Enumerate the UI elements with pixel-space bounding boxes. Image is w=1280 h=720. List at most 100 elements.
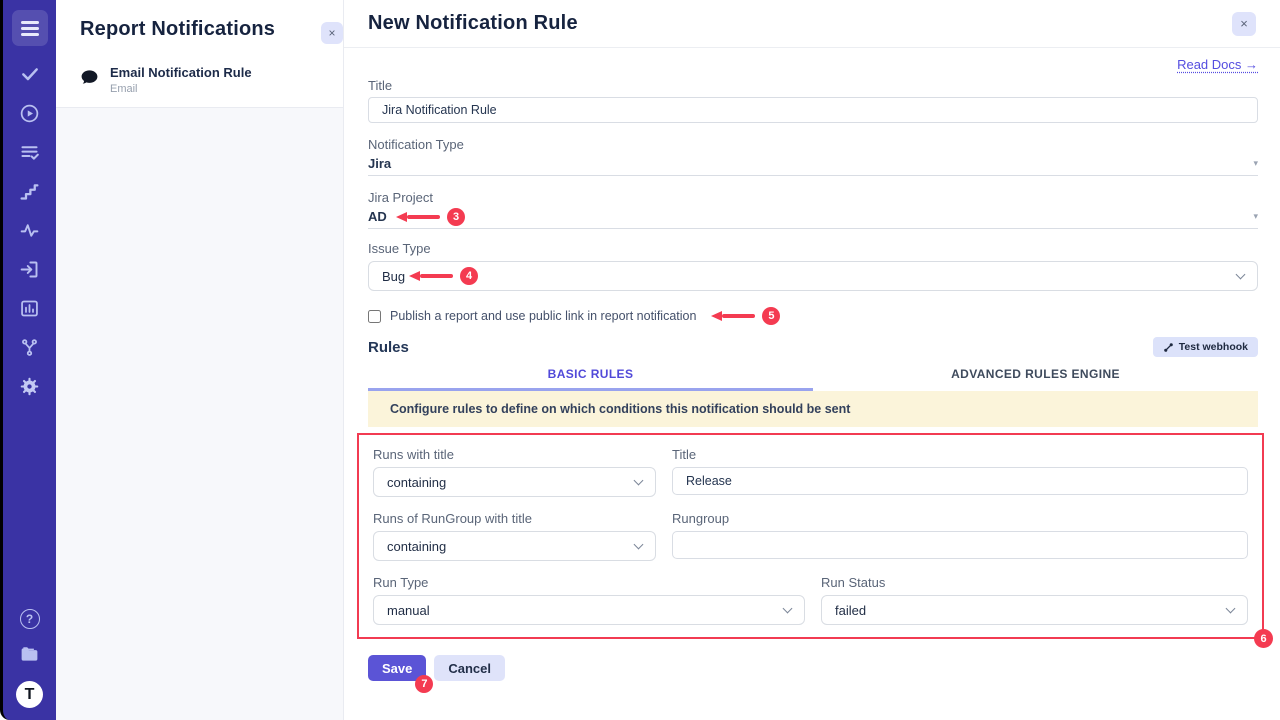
publish-report-checkbox[interactable]	[368, 310, 381, 323]
tab-basic-rules[interactable]: BASIC RULES	[368, 361, 813, 391]
annotation-arrow-3: 3	[396, 208, 465, 226]
chevron-down-icon	[1236, 269, 1246, 279]
title-input[interactable]	[368, 97, 1258, 123]
main-area: New Notification Rule × Read Docs → Titl…	[344, 0, 1280, 720]
testim-logo[interactable]: T	[16, 681, 43, 708]
notification-type-field: Notification Type Jira ▾	[368, 137, 1258, 176]
run-type-field: Run Type manual	[373, 575, 805, 625]
caret-down-icon: ▾	[1253, 158, 1258, 169]
run-status-label: Run Status	[821, 575, 1248, 590]
rungroup-with-title-select[interactable]: containing	[373, 531, 656, 561]
webhook-icon	[1163, 342, 1174, 353]
list-item-title: Email Notification Rule	[110, 65, 252, 80]
app-window: ? T Report Notifications × Email Notific…	[0, 0, 1280, 720]
rule-row-rungroup: Runs of RunGroup with title containing R…	[373, 511, 1248, 561]
issue-type-select[interactable]: Bug 4	[368, 261, 1258, 291]
rungroup-field: Rungroup	[672, 511, 1248, 561]
read-docs-link[interactable]: Read Docs →	[1177, 57, 1258, 72]
read-docs-row: Read Docs →	[368, 56, 1258, 72]
jira-project-value: AD	[368, 209, 387, 224]
issue-type-label: Issue Type	[368, 241, 1258, 256]
main-header: New Notification Rule ×	[344, 0, 1280, 48]
rules-annotated-box: Runs with title containing Title Runs of…	[357, 433, 1264, 639]
arrow-head	[409, 271, 420, 281]
rules-heading: Rules	[368, 339, 409, 356]
notification-type-select[interactable]: Jira ▾	[368, 152, 1258, 176]
jira-project-select[interactable]: AD ▾ 3	[368, 205, 1258, 229]
runs-with-title-field: Runs with title containing	[373, 447, 656, 497]
arrow-head	[711, 311, 722, 321]
panel-header: Report Notifications	[56, 0, 343, 53]
chevron-down-icon	[634, 539, 644, 549]
menu-bar	[21, 21, 39, 24]
bar-chart-icon[interactable]	[19, 297, 41, 319]
form-content: Read Docs → Title Notification Type Jira…	[344, 48, 1280, 699]
caret-down-icon: ▾	[1253, 211, 1258, 222]
runs-with-title-select[interactable]: containing	[373, 467, 656, 497]
cancel-button[interactable]: Cancel	[434, 655, 505, 681]
arrow-shaft	[420, 274, 453, 278]
run-status-select[interactable]: failed	[821, 595, 1248, 625]
test-webhook-button[interactable]: Test webhook	[1153, 337, 1258, 357]
list-item-text: Email Notification Rule Email	[110, 65, 252, 95]
rule-title-field: Title	[672, 447, 1248, 497]
run-type-select[interactable]: manual	[373, 595, 805, 625]
publish-report-row: Publish a report and use public link in …	[368, 307, 1258, 325]
menu-icon[interactable]	[12, 10, 48, 46]
list-check-icon[interactable]	[19, 141, 41, 163]
tab-advanced-rules-engine[interactable]: ADVANCED RULES ENGINE	[813, 361, 1258, 391]
notification-type-label: Notification Type	[368, 137, 1258, 152]
branch-icon[interactable]	[19, 336, 41, 358]
folders-icon[interactable]	[19, 643, 41, 665]
report-notifications-panel: Report Notifications × Email Notificatio…	[56, 0, 344, 720]
rungroup-with-title-label: Runs of RunGroup with title	[373, 511, 656, 526]
issue-type-field: Issue Type Bug 4	[368, 241, 1258, 291]
form-actions: Save 7 Cancel	[368, 655, 1258, 681]
chat-bubble-icon	[80, 68, 99, 92]
panel-title: Report Notifications	[80, 18, 319, 41]
issue-type-value: Bug	[382, 269, 405, 284]
page-title: New Notification Rule	[368, 12, 578, 35]
save-button[interactable]: Save 7	[368, 655, 426, 681]
rule-title-label: Title	[672, 447, 1248, 462]
run-type-value: manual	[387, 603, 430, 618]
notification-type-value: Jira	[368, 156, 391, 171]
arrow-shaft	[407, 215, 440, 219]
title-label: Title	[368, 78, 1258, 93]
menu-bar	[21, 33, 39, 36]
annotation-badge-7: 7	[415, 675, 433, 693]
help-icon[interactable]: ?	[20, 609, 40, 629]
main-close-button[interactable]: ×	[1232, 12, 1256, 36]
test-webhook-label: Test webhook	[1179, 341, 1248, 353]
runs-with-title-label: Runs with title	[373, 447, 656, 462]
notification-list-item[interactable]: Email Notification Rule Email	[56, 53, 343, 108]
sign-in-icon[interactable]	[19, 258, 41, 280]
rungroup-with-title-value: containing	[387, 539, 446, 554]
jira-project-label: Jira Project	[368, 190, 1258, 205]
steps-icon[interactable]	[19, 180, 41, 202]
activity-icon[interactable]	[19, 219, 41, 241]
rule-row-title: Runs with title containing Title	[373, 447, 1248, 497]
jira-project-field: Jira Project AD ▾ 3	[368, 190, 1258, 229]
rungroup-with-title-field: Runs of RunGroup with title containing	[373, 511, 656, 561]
annotation-arrow-4: 4	[409, 267, 478, 285]
check-icon[interactable]	[19, 63, 41, 85]
chevron-down-icon	[783, 603, 793, 613]
rungroup-input[interactable]	[672, 531, 1248, 559]
annotation-badge-6: 6	[1254, 629, 1273, 648]
run-type-label: Run Type	[373, 575, 805, 590]
rule-title-input[interactable]	[672, 467, 1248, 495]
annotation-badge-4: 4	[460, 267, 478, 285]
rules-notice: Configure rules to define on which condi…	[368, 391, 1258, 427]
rules-tabs: BASIC RULES ADVANCED RULES ENGINE	[368, 361, 1258, 391]
panel-close-button[interactable]: ×	[321, 22, 343, 44]
arrow-head	[396, 212, 407, 222]
rule-row-run: Run Type manual Run Status failed	[373, 575, 1248, 625]
chevron-down-icon	[634, 475, 644, 485]
save-label: Save	[382, 661, 412, 676]
list-item-subtitle: Email	[110, 83, 252, 95]
menu-bar	[21, 27, 39, 30]
annotation-badge-5: 5	[762, 307, 780, 325]
gear-icon[interactable]	[19, 375, 41, 397]
play-circle-icon[interactable]	[19, 102, 41, 124]
